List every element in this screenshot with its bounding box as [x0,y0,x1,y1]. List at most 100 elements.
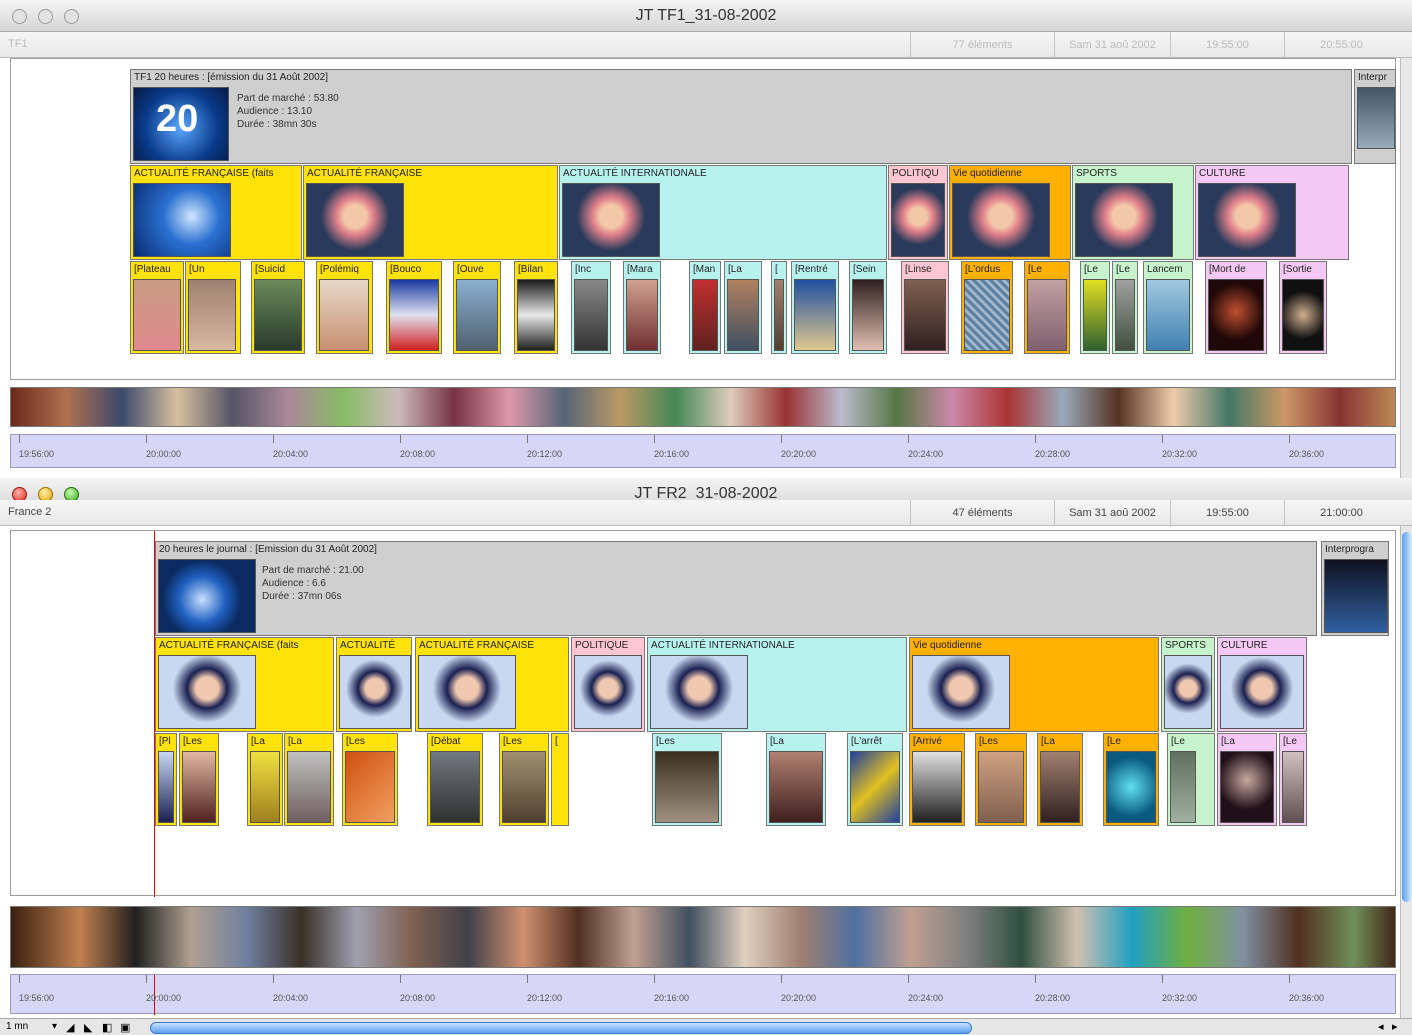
story-block[interactable]: [La [1037,733,1083,826]
story-label: [La [288,736,302,747]
story-label: [Sein [853,264,876,275]
section-block[interactable]: ACTUALITÉ FRANÇAISE [415,637,569,732]
section-block[interactable]: SPORTS [1072,165,1194,260]
story-block[interactable]: [Le [1103,733,1159,826]
story-block[interactable]: [Les [499,733,549,826]
time-ruler[interactable]: 19:56:00 20:00:00 20:04:00 20:08:00 20:1… [10,434,1396,468]
story-label: [Le [1116,264,1130,275]
audience: Audience : 13.10 [237,106,313,117]
time-ruler[interactable]: 19:56:00 20:00:00 20:04:00 20:08:00 20:1… [10,974,1396,1015]
program-block[interactable]: 20 heures le journal : [Emission du 31 A… [155,541,1317,636]
vertical-scrollbar[interactable] [1400,526,1412,1018]
story-block[interactable]: Lancem [1143,261,1193,354]
story-thumb [1282,751,1304,823]
story-block[interactable]: [Les [652,733,722,826]
section-block[interactable]: POLITIQU [888,165,948,260]
story-block[interactable]: [Le [1024,261,1070,354]
zoom-out-icon[interactable]: ◣ [84,1021,92,1034]
story-block[interactable]: [La [284,733,334,826]
section-block[interactable]: Vie quotidienne [949,165,1071,260]
section-block[interactable]: SPORTS [1161,637,1215,732]
program-block[interactable]: TF1 20 heures : [émission du 31 Août 200… [130,69,1352,164]
story-block[interactable]: [Débat [427,733,483,826]
play-icon[interactable]: ▣ [120,1021,130,1034]
story-block[interactable]: [La [247,733,283,826]
section-block[interactable]: ACTUALITÉ FRANÇAISE (faits [155,637,334,732]
fit-icon[interactable]: ◧ [102,1021,112,1034]
story-block[interactable]: [Le [1167,733,1215,826]
zoom-in-icon[interactable]: ◢ [66,1021,74,1034]
story-block[interactable]: [ [551,733,569,826]
scroll-thumb[interactable] [1402,532,1411,902]
story-block[interactable]: [L'ordus [961,261,1013,354]
story-block[interactable]: [Rentré [791,261,839,354]
story-block[interactable]: [Sein [849,261,887,354]
horizontal-scrollbar[interactable] [150,1022,972,1034]
section-label: ACTUALITÉ FRANÇAISE [307,168,423,179]
story-thumb [692,279,718,351]
chevron-down-icon[interactable]: ▾ [52,1021,57,1032]
story-block[interactable]: [L'arrêt [847,733,903,826]
ruler-label: 20:32:00 [1162,449,1198,459]
next-program-block[interactable]: Interprogra [1321,541,1389,636]
ruler-label: 20:20:00 [781,449,817,459]
duration: Durée : 37mn 06s [262,591,342,602]
timeline-area[interactable]: TF1 20 heures : [émission du 31 Août 200… [10,58,1396,380]
story-block[interactable]: [Bilan [514,261,558,354]
story-block[interactable]: [Un [185,261,241,354]
story-label: [Mort de [1209,264,1246,275]
story-block[interactable]: [Les [975,733,1027,826]
story-block[interactable]: [Plateau [130,261,184,354]
story-block[interactable]: [Sortie [1279,261,1327,354]
ruler-label: 20:08:00 [400,993,436,1003]
ruler-label: 20:32:00 [1162,993,1198,1003]
story-block[interactable]: [Pl [155,733,177,826]
section-block[interactable]: POLITIQUE [571,637,645,732]
section-block[interactable]: ACTUALITÉ FRANÇAISE (faits [130,165,302,260]
thumbnail-strip[interactable] [10,387,1396,427]
story-label: [Ouve [457,264,484,275]
story-label: [Les [346,736,365,747]
next-program-block[interactable]: Interpr [1354,69,1396,164]
vertical-scrollbar[interactable] [1400,58,1412,478]
section-block[interactable]: CULTURE [1217,637,1307,732]
section-block[interactable]: ACTUALITÉ FRANÇAISE [303,165,558,260]
story-block[interactable]: [La [724,261,762,354]
zoom-select[interactable]: 1 mn [6,1021,28,1032]
ruler-label: 20:36:00 [1289,449,1325,459]
scroll-right-icon[interactable]: ▸ [1392,1020,1398,1033]
tf1-window: JT TF1_31-08-2002 TF1 77 éléments Sam 31… [0,0,1412,478]
section-block[interactable]: ACTUALITÉ INTERNATIONALE [647,637,907,732]
story-block[interactable]: [La [1217,733,1277,826]
section-block[interactable]: ACTUALITÉ INTERNATIONALE [559,165,887,260]
scroll-left-icon[interactable]: ◂ [1378,1020,1384,1033]
story-block[interactable]: [Polémiq [316,261,373,354]
story-block[interactable]: [Les [179,733,219,826]
story-block[interactable]: [Arrivé [909,733,965,826]
story-block[interactable]: [Man [689,261,721,354]
story-label: [Bouco [390,264,422,275]
section-block[interactable]: ACTUALITÉ [336,637,412,732]
story-block[interactable]: [Le [1112,261,1138,354]
section-block[interactable]: Vie quotidienne [909,637,1159,732]
story-block[interactable]: [Suicid [251,261,305,354]
story-block[interactable]: [La [766,733,826,826]
story-block[interactable]: [Les [342,733,398,826]
story-block[interactable]: [Linse [901,261,949,354]
story-block[interactable]: [Mara [623,261,661,354]
story-block[interactable]: [Le [1279,733,1307,826]
story-block[interactable]: [Mort de [1205,261,1267,354]
title-bar[interactable]: JT TF1_31-08-2002 [0,0,1412,32]
element-count: 47 éléments [910,500,1054,526]
market-share: Part de marché : 53.80 [237,93,339,104]
story-thumb [655,751,719,823]
section-block[interactable]: CULTURE [1195,165,1349,260]
story-block[interactable]: [Bouco [386,261,442,354]
story-block[interactable]: [Ouve [453,261,501,354]
story-block[interactable]: [ [771,261,787,354]
story-label: [Inc [575,264,592,275]
story-block[interactable]: [Le [1080,261,1110,354]
timeline-area[interactable]: 20 heures le journal : [Emission du 31 A… [10,530,1396,897]
thumbnail-strip[interactable] [10,906,1396,968]
story-block[interactable]: [Inc [571,261,611,354]
